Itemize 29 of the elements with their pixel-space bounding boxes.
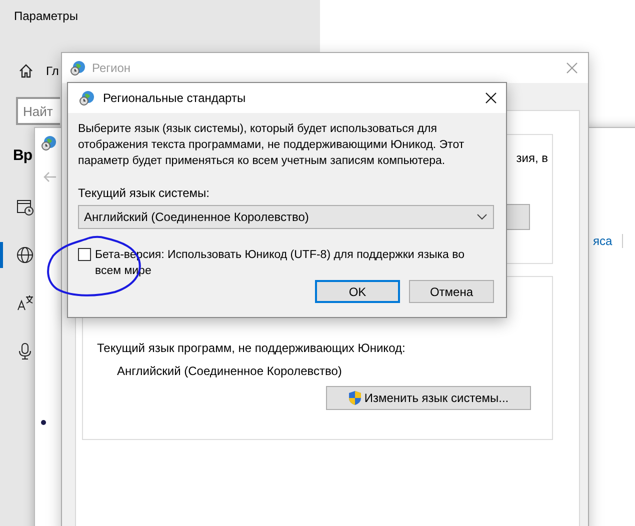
section-heading: Вр bbox=[13, 147, 32, 164]
globe-icon bbox=[16, 246, 34, 264]
system-locale-label: Текущий язык системы: bbox=[78, 186, 210, 200]
home-icon[interactable] bbox=[18, 63, 34, 79]
calendar-icon bbox=[16, 198, 34, 216]
globe-clock-icon bbox=[41, 135, 57, 151]
chevron-down-icon bbox=[477, 214, 487, 220]
dialog-title: Региональные стандарты bbox=[103, 91, 247, 105]
window-title: Регион bbox=[92, 61, 132, 75]
unicode-label: Текущий язык программ, не поддерживающих Юникод: bbox=[97, 341, 406, 355]
locale-dropdown[interactable]: Английский (Соединенное Королевство) bbox=[78, 205, 494, 229]
search-field[interactable]: Найт bbox=[16, 97, 60, 125]
time-zone-link[interactable]: яса bbox=[593, 234, 612, 248]
unicode-value: Английский (Соединенное Королевство) bbox=[117, 364, 343, 378]
microphone-icon bbox=[16, 342, 34, 360]
home-link[interactable]: Гл bbox=[46, 64, 59, 78]
bullet-icon bbox=[41, 420, 46, 425]
globe-clock-icon bbox=[79, 90, 95, 106]
language-icon bbox=[16, 294, 34, 312]
close-icon[interactable] bbox=[485, 92, 497, 104]
change-system-locale-button[interactable]: Изменить язык системы... bbox=[326, 386, 531, 410]
dialog-description: Выберите язык (язык системы), который будет использоваться для отображения текста программами, не поддерживающими Юникод. Этот параметр будет применяться ко всем учетным записям компьютера. bbox=[78, 122, 466, 169]
shield-icon bbox=[348, 390, 362, 406]
app-title: Параметры bbox=[14, 9, 78, 23]
cancel-button[interactable]: Отмена bbox=[409, 280, 494, 303]
ok-button[interactable]: OK bbox=[315, 280, 400, 303]
group-text: зия, в bbox=[516, 151, 548, 165]
checkbox[interactable] bbox=[78, 248, 91, 261]
globe-clock-icon bbox=[70, 60, 86, 76]
